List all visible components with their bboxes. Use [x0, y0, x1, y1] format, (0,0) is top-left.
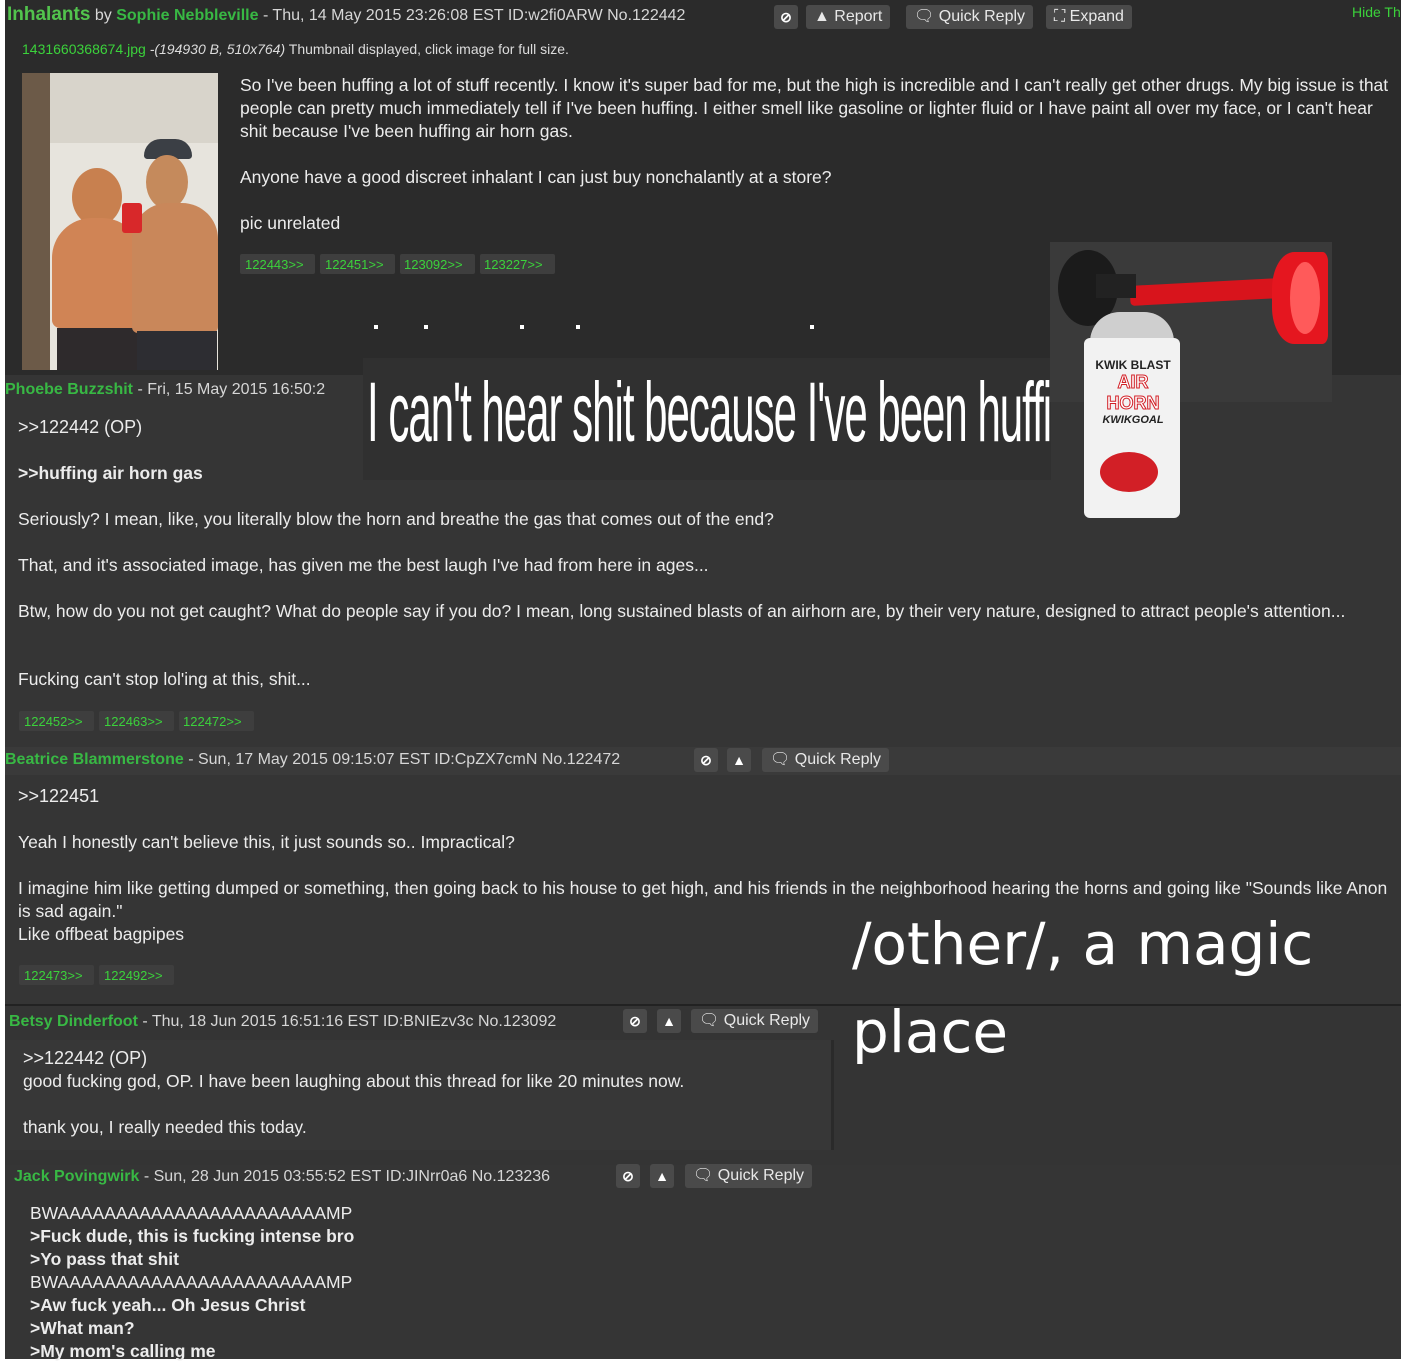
greentext: >Aw fuck yeah... Oh Jesus Christ	[30, 1295, 306, 1315]
thumbnail-image[interactable]	[22, 73, 218, 370]
op-body-p2: Anyone have a good discreet inhalant I c…	[240, 167, 832, 187]
reply-bubble-icon: 🗨	[699, 1012, 720, 1029]
poster-name[interactable]: Jack Povingwirk	[14, 1168, 139, 1185]
quick-reply-button[interactable]: 🗨 Quick Reply	[906, 5, 1034, 29]
backlink[interactable]: 122452>>	[24, 714, 83, 729]
reply-body-p2: thank you, I really needed this today.	[23, 1117, 307, 1137]
hide-thread-link[interactable]: Hide Th	[1352, 4, 1401, 20]
backlink[interactable]: 123227>>	[484, 257, 543, 272]
reply-body-p4: Fucking can't stop lol'ing at this, shit…	[18, 669, 311, 689]
reply-body-p3: Btw, how do you not get caught? What do …	[18, 601, 1346, 621]
reply-bubble-icon: 🗨	[693, 1167, 714, 1184]
reply-body-p1: good fucking god, OP. I have been laughi…	[23, 1071, 685, 1091]
hide-post-icon[interactable]: ⊘	[694, 748, 718, 772]
backlink[interactable]: 122443>>	[245, 257, 304, 272]
decorative-dots	[374, 325, 834, 331]
greentext: >What man?	[30, 1318, 135, 1338]
expand-button[interactable]: ⛶ Expand	[1046, 5, 1132, 29]
warning-icon: ▲	[814, 8, 830, 25]
backlink[interactable]: 123092>>	[404, 257, 463, 272]
can-label: KWIK BLAST AIR HORN KWIKGOAL	[1095, 358, 1171, 426]
reply-header: Phoebe Buzzshit - Fri, 15 May 2015 16:50…	[5, 381, 325, 399]
reply-body-p1: Yeah I honestly can't believe this, it j…	[18, 832, 515, 852]
reply-bubble-icon: 🗨	[914, 8, 935, 25]
file-link[interactable]: 1431660368674.jpg	[22, 41, 146, 57]
quick-reply-button[interactable]: 🗨 Quick Reply	[762, 748, 890, 772]
other-caption: /other/, a magic place	[852, 910, 1314, 1066]
post-meta: - Thu, 18 Jun 2015 16:51:16 EST ID:BNIEz…	[142, 1013, 557, 1030]
report-button[interactable]: ▲ Report	[806, 5, 891, 29]
expand-icon: ⛶	[1054, 8, 1066, 25]
greentext: >My mom's calling me	[30, 1341, 216, 1361]
op-body-p1: So I've been huffing a lot of stuff rece…	[240, 75, 1389, 141]
hide-post-icon[interactable]: ⊘	[623, 1009, 647, 1033]
post-meta: - Sun, 17 May 2015 09:15:07 EST ID:CpZX7…	[188, 751, 621, 768]
reply-line: BWAAAAAAAAAAAAAAAAAAAAAAAMP	[30, 1272, 353, 1292]
poster-name[interactable]: Beatrice Blammerstone	[5, 751, 184, 768]
quote-link[interactable]: >>122442 (OP)	[18, 416, 142, 439]
file-info: 1431660368674.jpg -(194930 B, 510x764) T…	[22, 41, 569, 57]
report-icon[interactable]: ▲	[650, 1164, 674, 1188]
caption-text: I can't hear shit because I've been huff…	[367, 365, 1051, 459]
reply-header: Betsy Dinderfoot - Thu, 18 Jun 2015 16:5…	[9, 1013, 556, 1031]
hide-post-icon[interactable]: ⊘	[774, 5, 798, 29]
reply-header: Jack Povingwirk - Sun, 28 Jun 2015 03:55…	[14, 1168, 550, 1186]
thread-subject: Inhalants	[7, 4, 91, 25]
reply-header: Beatrice Blammerstone - Sun, 17 May 2015…	[5, 751, 620, 769]
backlink[interactable]: 122492>>	[104, 968, 163, 983]
post-meta: - Fri, 15 May 2015 16:50:2	[137, 381, 326, 398]
reply-body-p3: Like offbeat bagpipes	[18, 924, 185, 944]
poster-name[interactable]: Betsy Dinderfoot	[9, 1013, 138, 1030]
post-meta: - Sun, 28 Jun 2015 03:55:52 EST ID:JINrr…	[143, 1168, 551, 1185]
post-meta: - Thu, 14 May 2015 23:26:08 EST ID:w2fi0…	[262, 7, 686, 24]
op-body-p3: pic unrelated	[240, 213, 341, 233]
caption-banner: I can't hear shit because I've been huff…	[363, 358, 1051, 480]
greentext: >Yo pass that shit	[30, 1249, 179, 1269]
quote-link[interactable]: >>122442 (OP)	[23, 1047, 147, 1070]
backlink[interactable]: 122451>>	[325, 257, 384, 272]
backlink[interactable]: 122472>>	[183, 714, 242, 729]
report-icon[interactable]: ▲	[727, 748, 751, 772]
quick-reply-button[interactable]: 🗨 Quick Reply	[685, 1164, 813, 1188]
reply-post	[5, 1165, 1401, 1359]
reply-line: BWAAAAAAAAAAAAAAAAAAAAAAAMP	[30, 1203, 353, 1223]
by-label: by	[94, 7, 112, 24]
greentext: >Fuck dude, this is fucking intense bro	[30, 1226, 355, 1246]
air-horn-image: KWIK BLAST AIR HORN KWIKGOAL	[1050, 242, 1332, 526]
poster-name[interactable]: Phoebe Buzzshit	[5, 381, 133, 398]
quick-reply-button[interactable]: 🗨 Quick Reply	[691, 1009, 819, 1033]
greentext: >>huffing air horn gas	[18, 463, 203, 483]
poster-name[interactable]: Sophie Nebbleville	[116, 7, 258, 24]
backlink[interactable]: 122463>>	[104, 714, 163, 729]
hide-post-icon[interactable]: ⊘	[616, 1164, 640, 1188]
reply-body-p2: That, and it's associated image, has giv…	[18, 555, 709, 575]
backlink[interactable]: 122473>>	[24, 968, 83, 983]
reply-bubble-icon: 🗨	[770, 751, 791, 768]
op-header: Inhalants by Sophie Nebbleville - Thu, 1…	[7, 4, 685, 26]
report-icon[interactable]: ▲	[657, 1009, 681, 1033]
quote-link[interactable]: >>122451	[18, 785, 99, 808]
